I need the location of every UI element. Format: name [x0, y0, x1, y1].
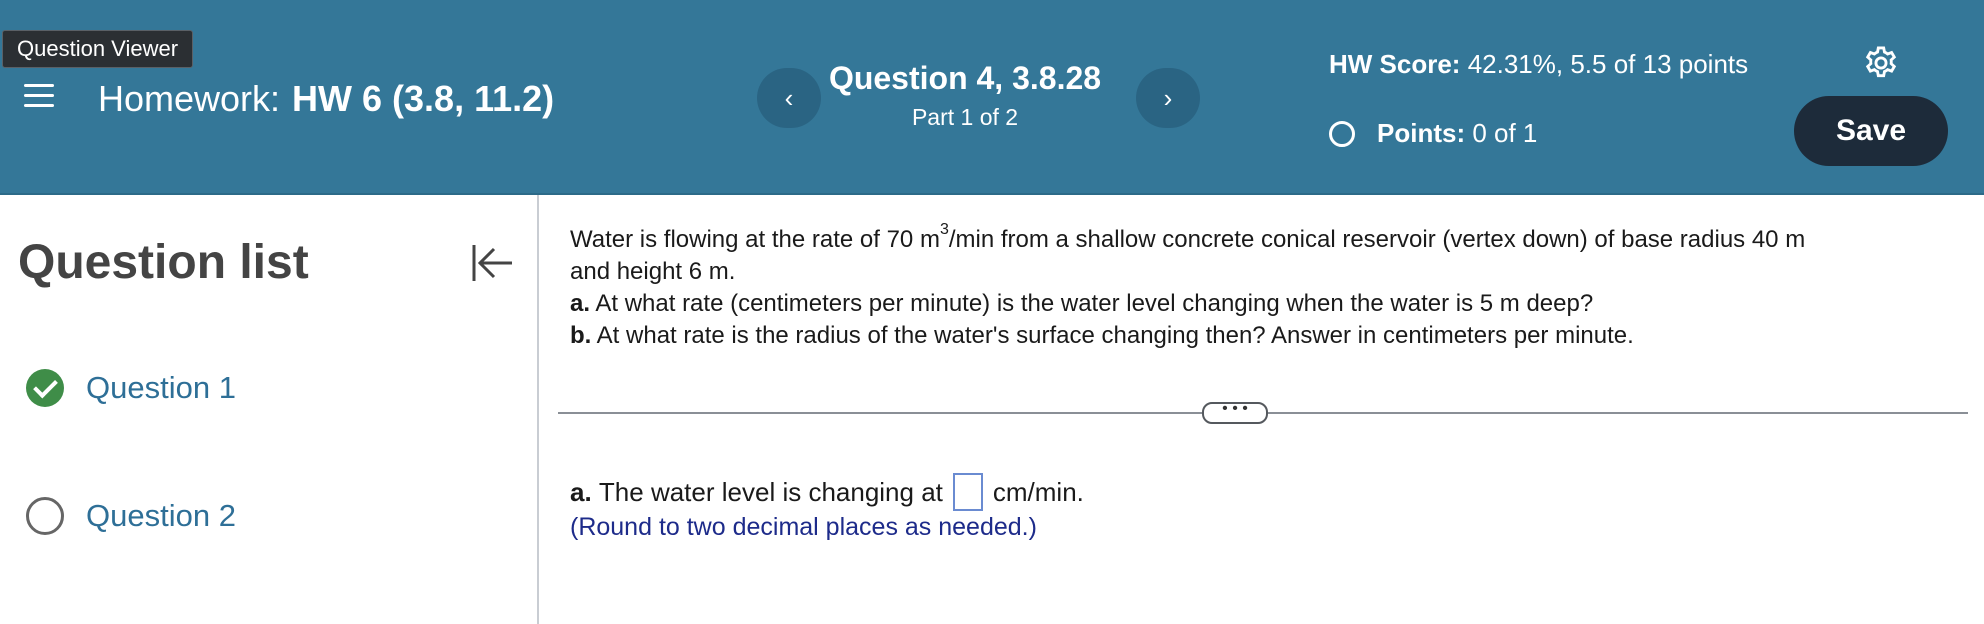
question-list-sidebar: Question list Question 1 Question 2: [0, 195, 539, 624]
homework-title: Homework: HW 6 (3.8, 11.2): [98, 78, 554, 120]
question-line-1: Water is flowing at the rate of 70 m3/mi…: [570, 218, 1970, 256]
part-b-text: At what rate is the radius of the water'…: [596, 322, 1634, 349]
hw-score-value: 42.31%, 5.5 of 13 points: [1467, 49, 1749, 79]
gear-icon[interactable]: [1862, 44, 1900, 82]
answer-part-label: a.: [570, 476, 592, 507]
question-item-label: Question 1: [86, 370, 236, 405]
save-button[interactable]: Save: [1794, 96, 1948, 166]
question-item-label: Question 2: [86, 498, 236, 533]
rounding-hint: (Round to two decimal places as needed.): [570, 513, 1037, 541]
question-text-part: /min from a shallow concrete conical res…: [948, 226, 1806, 253]
question-text: Water is flowing at the rate of 70 m3/mi…: [570, 218, 1970, 352]
expand-more-button[interactable]: • • •: [1202, 401, 1268, 424]
question-list-title: Question list: [18, 236, 309, 289]
menu-icon[interactable]: [24, 82, 58, 110]
question-text-part: Water is flowing at the rate of 70 m: [570, 226, 940, 253]
question-title: Question 4, 3.8.28: [828, 60, 1102, 96]
answer-unit: cm/min.: [992, 476, 1084, 507]
unanswered-circle-icon: [26, 497, 64, 535]
exponent: 3: [939, 221, 949, 238]
part-a-text: At what rate (centimeters per minute) is…: [595, 290, 1594, 317]
points-label: Points:: [1377, 118, 1466, 148]
answer-prefix: The water level is changing at: [598, 476, 943, 507]
points-status-icon: [1329, 120, 1355, 147]
points: Points: 0 of 1: [1329, 118, 1537, 149]
hw-score-label: HW Score:: [1329, 49, 1461, 79]
answer-input[interactable]: [952, 473, 983, 511]
question-viewer-label: Question Viewer: [2, 30, 194, 68]
homework-name: HW 6 (3.8, 11.2): [292, 78, 555, 119]
checkmark-icon: [26, 369, 64, 407]
next-question-button[interactable]: ›: [1136, 68, 1200, 128]
part-a-prompt: a. At what rate (centimeters per minute)…: [570, 288, 1970, 320]
points-value: 0 of 1: [1472, 118, 1538, 148]
part-a-label: a.: [570, 290, 591, 317]
header-bar: Question Viewer Homework: HW 6 (3.8, 11.2…: [0, 0, 1984, 195]
homework-label: Homework:: [98, 78, 281, 119]
hw-score: HW Score: 42.31%, 5.5 of 13 points: [1329, 46, 1749, 82]
question-line-2: and height 6 m.: [570, 258, 736, 285]
answer-row: a. The water level is changing at cm/min…: [570, 473, 1084, 511]
question-part: Part 1 of 2: [911, 104, 1019, 130]
part-b-prompt: b. At what rate is the radius of the wat…: [570, 320, 1970, 352]
part-b-label: b.: [570, 322, 592, 349]
question-list-item-1[interactable]: Question 1: [26, 369, 236, 407]
collapse-sidebar-icon[interactable]: [466, 237, 518, 289]
question-list-item-2[interactable]: Question 2: [26, 497, 236, 535]
previous-question-button[interactable]: ‹: [757, 68, 821, 128]
